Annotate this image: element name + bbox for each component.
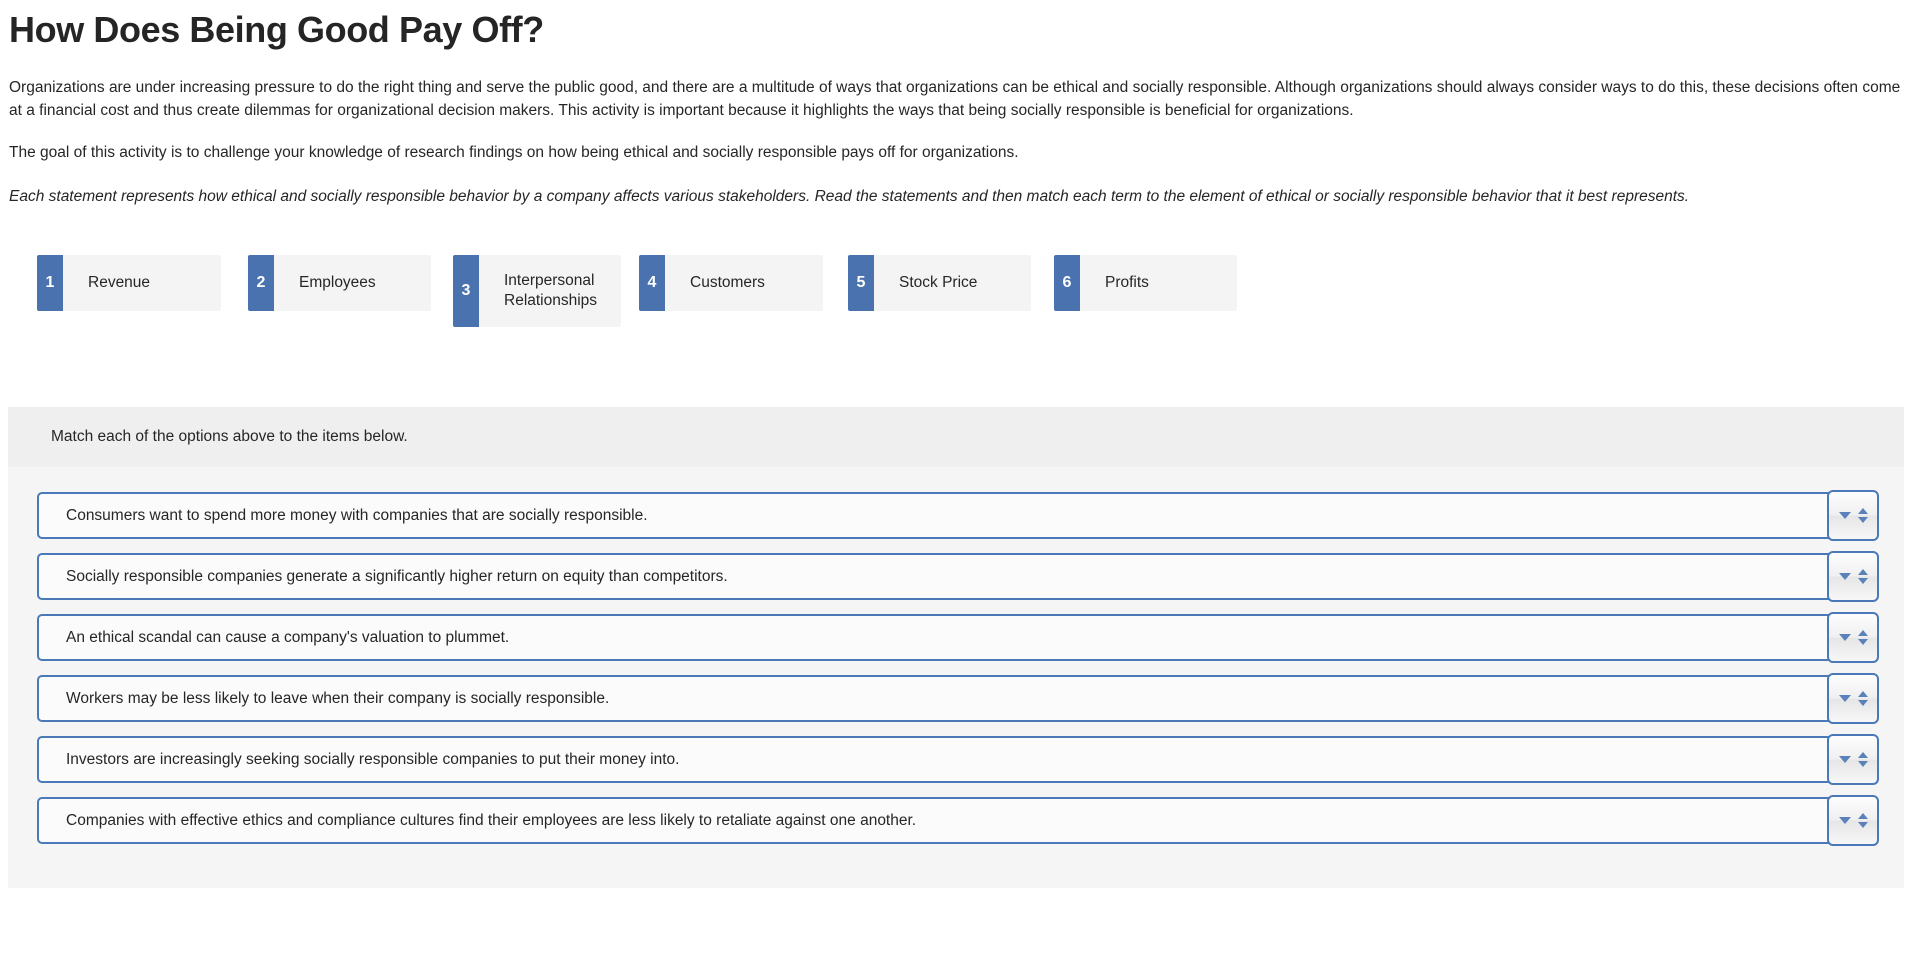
option-label: Employees xyxy=(274,255,431,311)
arrow-up-icon xyxy=(1858,569,1868,575)
match-panel: Match each of the options above to the i… xyxy=(8,407,1904,888)
match-select-dropdown[interactable] xyxy=(1827,673,1879,724)
chevron-down-icon xyxy=(1839,512,1851,519)
match-statement-text: Companies with effective ethics and comp… xyxy=(39,811,1873,831)
chevron-down-icon xyxy=(1839,634,1851,641)
match-instruction-text: Match each of the options above to the i… xyxy=(51,428,408,446)
spinner-icon[interactable] xyxy=(1858,752,1868,767)
match-select-dropdown[interactable] xyxy=(1827,490,1879,541)
option-chip-revenue[interactable]: 1 Revenue xyxy=(37,255,221,311)
arrow-down-icon xyxy=(1858,761,1868,767)
arrow-down-icon xyxy=(1858,517,1868,523)
arrow-up-icon xyxy=(1858,813,1868,819)
spinner-icon[interactable] xyxy=(1858,630,1868,645)
option-number-badge: 6 xyxy=(1054,255,1080,311)
arrow-down-icon xyxy=(1858,578,1868,584)
chevron-down-icon xyxy=(1839,573,1851,580)
option-chip-profits[interactable]: 6 Profits xyxy=(1054,255,1237,311)
chevron-down-icon xyxy=(1839,817,1851,824)
arrow-up-icon xyxy=(1858,630,1868,636)
intro-paragraph-2: The goal of this activity is to challeng… xyxy=(9,142,1918,165)
match-select-dropdown[interactable] xyxy=(1827,612,1879,663)
match-statement-text: An ethical scandal can cause a company's… xyxy=(39,628,1873,648)
activity-page: How Does Being Good Pay Off? Organizatio… xyxy=(0,0,1928,974)
spinner-icon[interactable] xyxy=(1858,508,1868,523)
match-statement-text: Consumers want to spend more money with … xyxy=(39,506,1873,526)
option-number-badge: 3 xyxy=(453,255,479,327)
intro-paragraph-3: Each statement represents how ethical an… xyxy=(9,186,1809,209)
arrow-up-icon xyxy=(1858,508,1868,514)
arrow-down-icon xyxy=(1858,822,1868,828)
option-chip-interpersonal-relationships[interactable]: 3 Interpersonal Relationships xyxy=(453,255,621,327)
option-number-badge: 5 xyxy=(848,255,874,311)
option-number-badge: 1 xyxy=(37,255,63,311)
option-label: Stock Price xyxy=(874,255,1031,311)
option-chip-employees[interactable]: 2 Employees xyxy=(248,255,431,311)
option-number-badge: 2 xyxy=(248,255,274,311)
page-title: How Does Being Good Pay Off? xyxy=(0,0,1928,52)
option-number-badge: 4 xyxy=(639,255,665,311)
spinner-icon[interactable] xyxy=(1858,691,1868,706)
match-select-dropdown[interactable] xyxy=(1827,551,1879,602)
match-row-list: Consumers want to spend more money with … xyxy=(8,467,1904,888)
intro-paragraph-1: Organizations are under increasing press… xyxy=(9,77,1914,122)
match-row[interactable]: Workers may be less likely to leave when… xyxy=(37,675,1875,722)
match-instruction-bar: Match each of the options above to the i… xyxy=(8,407,1904,467)
spinner-icon[interactable] xyxy=(1858,569,1868,584)
arrow-down-icon xyxy=(1858,700,1868,706)
match-row[interactable]: Socially responsible companies generate … xyxy=(37,553,1875,600)
chevron-down-icon xyxy=(1839,695,1851,702)
option-label: Interpersonal Relationships xyxy=(479,255,621,327)
spinner-icon[interactable] xyxy=(1858,813,1868,828)
match-row[interactable]: An ethical scandal can cause a company's… xyxy=(37,614,1875,661)
option-label: Customers xyxy=(665,255,823,311)
arrow-up-icon xyxy=(1858,691,1868,697)
option-label: Revenue xyxy=(63,255,221,311)
arrow-up-icon xyxy=(1858,752,1868,758)
arrow-down-icon xyxy=(1858,639,1868,645)
intro-section: Organizations are under increasing press… xyxy=(0,77,1928,208)
match-row[interactable]: Companies with effective ethics and comp… xyxy=(37,797,1875,844)
option-label: Profits xyxy=(1080,255,1237,311)
match-select-dropdown[interactable] xyxy=(1827,734,1879,785)
match-select-dropdown[interactable] xyxy=(1827,795,1879,846)
match-statement-text: Socially responsible companies generate … xyxy=(39,567,1873,587)
chevron-down-icon xyxy=(1839,756,1851,763)
match-statement-text: Workers may be less likely to leave when… xyxy=(39,689,1873,709)
match-statement-text: Investors are increasingly seeking socia… xyxy=(39,750,1873,770)
match-row[interactable]: Consumers want to spend more money with … xyxy=(37,492,1875,539)
match-row[interactable]: Investors are increasingly seeking socia… xyxy=(37,736,1875,783)
option-chip-stock-price[interactable]: 5 Stock Price xyxy=(848,255,1031,311)
option-chip-list: 1 Revenue 2 Employees 3 Interpersonal Re… xyxy=(0,255,1928,327)
option-chip-customers[interactable]: 4 Customers xyxy=(639,255,823,311)
